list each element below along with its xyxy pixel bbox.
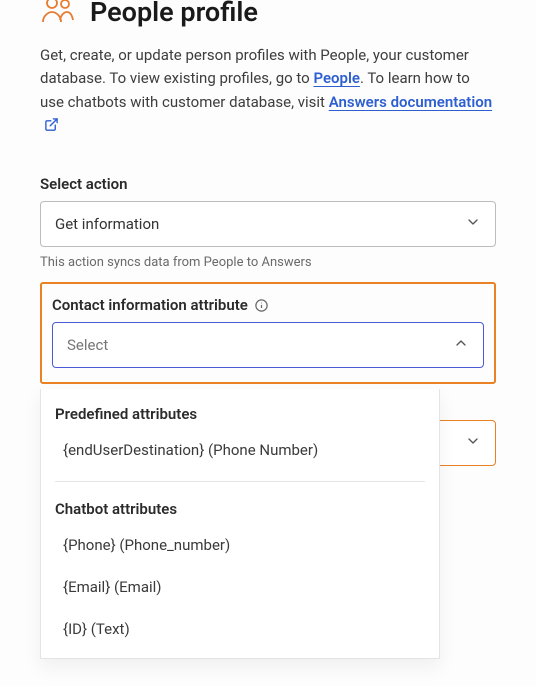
contact-attribute-placeholder: Select (67, 336, 108, 354)
dropdown-separator (55, 481, 425, 482)
chevron-up-icon (453, 335, 469, 355)
page-title: People profile (90, 0, 258, 28)
dropdown-group-predefined: Predefined attributes (41, 389, 439, 429)
select-action-dropdown[interactable]: Get information (40, 201, 496, 247)
select-action-helper: This action syncs data from People to An… (40, 255, 496, 270)
external-link-icon (44, 116, 59, 139)
contact-attribute-options: Predefined attributes {endUserDestinatio… (40, 389, 440, 659)
option-id[interactable]: {ID} (Text) (41, 608, 439, 650)
contact-attribute-label: Contact information attribute (52, 296, 248, 314)
select-action-label: Select action (40, 175, 496, 193)
contact-attribute-highlight: Contact information attribute Select (40, 282, 496, 384)
option-phone[interactable]: {Phone} (Phone_number) (41, 524, 439, 566)
contact-attribute-dropdown[interactable]: Select (52, 322, 484, 368)
chevron-down-icon (465, 214, 481, 234)
option-enduserdestination[interactable]: {endUserDestination} (Phone Number) (41, 429, 439, 471)
chevron-down-icon (465, 433, 481, 453)
page-description: Get, create, or update person profiles w… (40, 44, 496, 139)
select-action-value: Get information (55, 215, 159, 233)
people-icon (40, 0, 76, 30)
info-icon[interactable] (254, 298, 269, 313)
answers-doc-link-label: Answers documentation (329, 93, 492, 111)
option-email[interactable]: {Email} (Email) (41, 566, 439, 608)
people-link[interactable]: People (313, 69, 360, 87)
dropdown-group-chatbot: Chatbot attributes (41, 484, 439, 524)
